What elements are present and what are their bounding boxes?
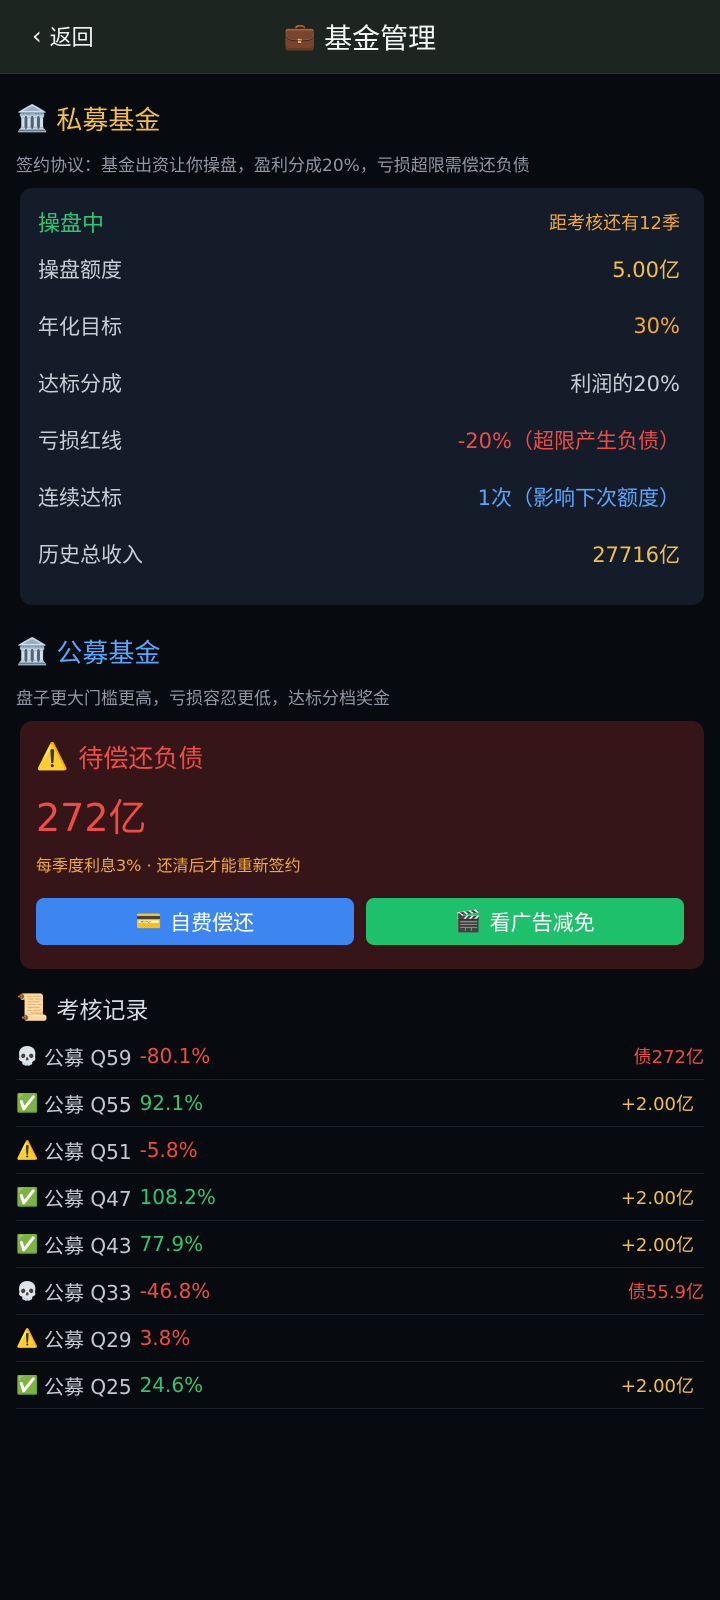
record-label: 公募 Q55	[44, 1092, 132, 1117]
record-row: 💀 公募 Q33 -46.8% 债55.9亿	[16, 1268, 704, 1315]
record-row: ✅ 公募 Q47 108.2% +2.00亿	[16, 1174, 704, 1221]
check-icon: ✅	[16, 1233, 39, 1255]
warning-icon: ⚠️	[36, 742, 69, 772]
public-fund-title-text: 公募基金	[56, 639, 161, 669]
record-bonus: +2.00亿	[620, 1235, 694, 1256]
public-fund-subtitle: 盘子更大门槛更高，亏损容忍更低，达标分档奖金	[16, 689, 390, 709]
detail-value: -20%（超限产生负债）	[457, 428, 680, 453]
private-fund-details: 操盘额度 5.00亿年化目标 30% 达标分成 利润的20% 亏损红线 -20%（超限产生负…	[38, 240, 680, 582]
self-pay-button[interactable]: 💳 自费偿还	[36, 898, 354, 945]
detail-value: 27716亿	[592, 542, 680, 567]
record-return: -46.8%	[139, 1279, 211, 1303]
bank-icon: 🏛️	[16, 103, 49, 134]
warning-icon: ⚠️	[16, 1327, 39, 1349]
record-bonus: +2.00亿	[620, 1376, 694, 1397]
record-debt: 债272亿	[633, 1047, 704, 1068]
records-title-text: 考核记录	[56, 998, 149, 1024]
detail-label: 年化目标	[38, 314, 122, 339]
record-label: 公募 Q29	[44, 1327, 132, 1352]
record-bonus: +2.00亿	[620, 1094, 694, 1115]
page-title-text: 基金管理	[324, 22, 437, 55]
record-return: 3.8%	[139, 1326, 191, 1350]
clapper-icon: 🎬	[455, 909, 482, 933]
records-list: 💀 公募 Q59 -80.1% 债272亿 ✅ 公募 Q55 92.1% +2.00亿 ⚠️ 公募…	[16, 1033, 704, 1409]
record-row: ✅ 公募 Q43 77.9% +2.00亿	[16, 1221, 704, 1268]
record-bonus: +2.00亿	[620, 1188, 694, 1209]
check-icon: ✅	[16, 1186, 39, 1208]
detail-row: 年化目标 30%	[38, 297, 680, 354]
credit-card-icon: 💳	[135, 909, 163, 933]
private-fund-title: 🏛️ 私募基金	[16, 100, 720, 137]
private-fund-subtitle: 签约协议：基金出资让你操盘，盈利分成20%，亏损超限需偿还负债	[16, 156, 530, 176]
record-label: 公募 Q33	[44, 1280, 132, 1305]
private-fund-card: 操盘中 距考核还有12季 操盘额度 5.00亿年化目标 30% 达标分成 利润的20% 亏…	[20, 188, 704, 605]
app-header: ‹ 返回 💼 基金管理	[0, 0, 720, 74]
records-title: 📜 考核记录	[16, 991, 720, 1025]
public-fund-title: 🏛️ 公募基金	[16, 633, 720, 670]
record-label: 公募 Q25	[44, 1374, 132, 1399]
detail-value: 30%	[633, 313, 680, 338]
detail-label: 历史总收入	[38, 542, 143, 567]
detail-label: 亏损红线	[38, 428, 122, 453]
bank-icon: 🏛️	[16, 636, 49, 667]
detail-value: 1次（影响下次额度）	[477, 485, 680, 510]
record-return: 77.9%	[139, 1232, 204, 1256]
detail-value: 5.00亿	[612, 257, 680, 282]
private-fund-title-text: 私募基金	[56, 106, 161, 136]
detail-row: 亏损红线 -20%（超限产生负债）	[38, 411, 680, 468]
watch-ad-button[interactable]: 🎬 看广告减免	[366, 898, 684, 945]
detail-row: 操盘额度 5.00亿	[38, 240, 680, 297]
watch-ad-label: 看广告减免	[489, 910, 595, 935]
record-return: 108.2%	[139, 1185, 216, 1209]
record-row: ✅ 公募 Q25 24.6% +2.00亿	[16, 1362, 704, 1409]
detail-value: 利润的20%	[570, 371, 680, 396]
skull-icon: 💀	[16, 1045, 39, 1067]
scroll-icon: 📜	[16, 993, 49, 1023]
record-return: -5.8%	[139, 1138, 198, 1162]
record-row: ⚠️ 公募 Q29 3.8%	[16, 1315, 704, 1362]
detail-label: 连续达标	[38, 485, 122, 510]
record-return: 24.6%	[139, 1373, 204, 1397]
record-label: 公募 Q59	[44, 1045, 132, 1070]
trading-status: 操盘中	[38, 212, 105, 237]
detail-label: 操盘额度	[38, 257, 122, 282]
record-row: ⚠️ 公募 Q51 -5.8%	[16, 1127, 704, 1174]
detail-row: 连续达标 1次（影响下次额度）	[38, 468, 680, 525]
detail-row: 历史总收入 27716亿	[38, 525, 680, 582]
debt-amount: 272亿	[36, 796, 147, 840]
record-row: ✅ 公募 Q55 92.1% +2.00亿	[16, 1080, 704, 1127]
detail-row: 达标分成 利润的20%	[38, 354, 680, 411]
debt-title: 待偿还负债	[78, 744, 204, 773]
check-icon: ✅	[16, 1374, 39, 1396]
record-label: 公募 Q43	[44, 1233, 132, 1258]
record-debt: 债55.9亿	[627, 1282, 704, 1303]
record-label: 公募 Q47	[44, 1186, 132, 1211]
review-countdown: 距考核还有12季	[549, 213, 680, 234]
private-fund-status-row: 操盘中 距考核还有12季	[38, 204, 680, 240]
page-title: 💼 基金管理	[0, 17, 720, 57]
briefcase-icon: 💼	[283, 22, 317, 52]
debt-card: ⚠️ 待偿还负债 272亿 每季度利息3% · 还清后才能重新签约 💳 自费偿还…	[20, 721, 704, 969]
record-return: -80.1%	[139, 1044, 211, 1068]
warning-icon: ⚠️	[16, 1139, 39, 1161]
debt-actions: 💳 自费偿还 🎬 看广告减免	[36, 898, 684, 945]
debt-note: 每季度利息3% · 还清后才能重新签约	[36, 856, 301, 875]
skull-icon: 💀	[16, 1280, 39, 1302]
record-return: 92.1%	[139, 1091, 204, 1115]
debt-header: ⚠️ 待偿还负债	[36, 739, 684, 775]
detail-label: 达标分成	[38, 371, 122, 396]
record-label: 公募 Q51	[44, 1139, 132, 1164]
record-row: 💀 公募 Q59 -80.1% 债272亿	[16, 1033, 704, 1080]
self-pay-label: 自费偿还	[170, 910, 255, 935]
check-icon: ✅	[16, 1092, 39, 1114]
